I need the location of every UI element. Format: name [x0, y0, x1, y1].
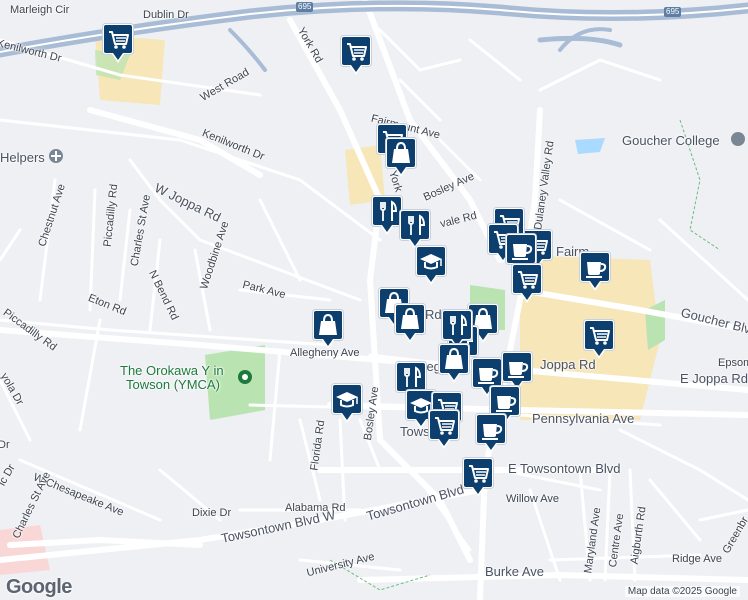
- map-marker-grocery[interactable]: [510, 262, 544, 306]
- map-marker-grocery[interactable]: [427, 408, 461, 452]
- place-label: Helpers: [0, 150, 45, 165]
- street-label: Ridge Ave: [672, 553, 722, 565]
- map-canvas[interactable]: Marleigh Cir Dublin Dr 695 695 Kenilwort…: [0, 0, 748, 600]
- highway-shield: 695: [296, 2, 314, 12]
- map-marker-grocery[interactable]: [339, 34, 373, 78]
- poi-label: The Orokawa Y in: [120, 363, 224, 378]
- map-marker-shopping[interactable]: [393, 302, 427, 346]
- map-marker-cafe[interactable]: [474, 412, 508, 456]
- street-label: Dublin Dr: [143, 9, 189, 21]
- map-marker-school[interactable]: [414, 244, 448, 288]
- place-label: Goucher College: [622, 133, 720, 148]
- map-marker-cafe[interactable]: [578, 250, 612, 294]
- google-logo: Google: [6, 576, 72, 598]
- street-label: Burke Ave: [485, 564, 545, 579]
- map-marker-shopping[interactable]: [437, 342, 471, 386]
- map-marker-grocery[interactable]: [101, 22, 135, 66]
- street-label: E Towsontown Blvd: [508, 461, 621, 476]
- street-label: E Joppa Rd: [680, 371, 748, 386]
- street-label: Dixie Dr: [192, 507, 232, 519]
- street-label: Pennsylvania Ave: [532, 411, 635, 426]
- map-marker-shopping[interactable]: [384, 136, 418, 180]
- street-label: Willow Ave: [506, 493, 559, 505]
- poi-label: Towson (YMCA): [126, 377, 220, 392]
- map-marker-grocery[interactable]: [461, 456, 495, 500]
- street-label: Dr: [0, 439, 10, 451]
- street-label: Epsom: [718, 357, 748, 369]
- map-marker-school[interactable]: [330, 382, 364, 426]
- map-marker-shopping[interactable]: [311, 308, 345, 352]
- map-attribution: Map data ©2025 Google: [624, 586, 740, 597]
- street-label: Marleigh Cir: [10, 4, 70, 16]
- highway-shield: 695: [664, 7, 682, 17]
- map-marker-grocery[interactable]: [582, 318, 616, 362]
